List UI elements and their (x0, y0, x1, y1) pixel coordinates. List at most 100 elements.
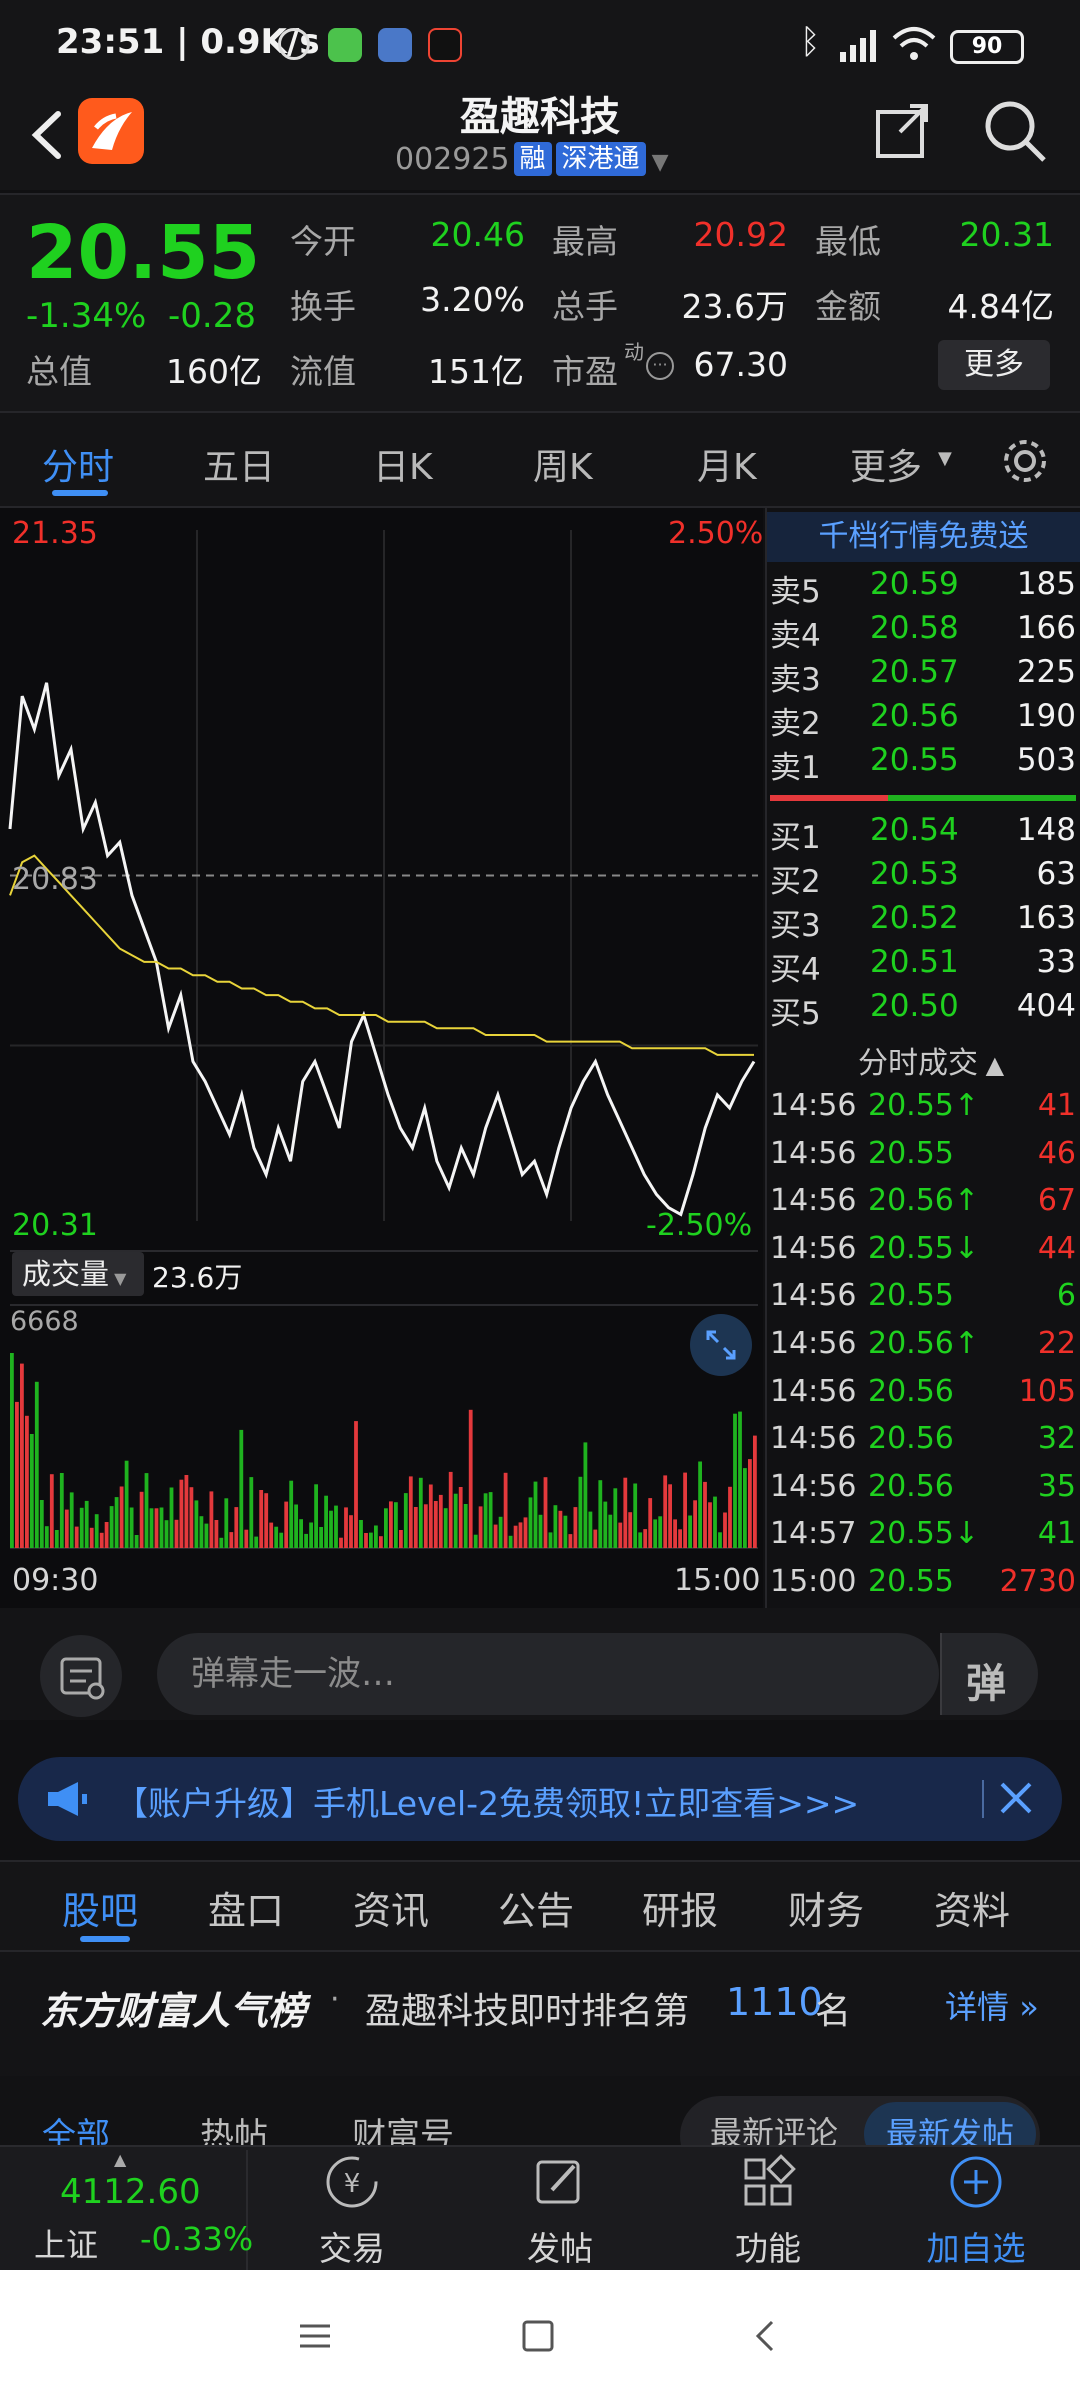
prev-close-label: 20.83 (12, 862, 98, 897)
notes-button[interactable] (40, 1635, 122, 1717)
expand-chart-button[interactable] (690, 1314, 752, 1376)
bid-row[interactable]: 买3 20.52 163 (770, 900, 1076, 944)
chart-settings-button[interactable] (1000, 436, 1050, 486)
volume-bar (683, 1472, 687, 1548)
intraday-chart-area[interactable] (0, 508, 763, 1608)
volume-bar (289, 1480, 294, 1548)
volume-bar (299, 1519, 303, 1548)
ask-row[interactable]: 卖2 20.56 190 (770, 698, 1076, 742)
index-value: 4112.60 (60, 2172, 201, 2212)
ask-cell: 166 (1016, 610, 1076, 646)
content-tab[interactable]: 盘口 (208, 1880, 284, 1935)
tick-row: 14:56 20.55 46 (770, 1136, 1076, 1183)
chart-tab[interactable]: 周K (533, 438, 593, 490)
ask-cell: 20.58 (870, 610, 959, 646)
volume-bar (54, 1530, 59, 1548)
sort-latest-post[interactable]: 最新发帖 (864, 2102, 1036, 2146)
content-tab[interactable]: 研报 (642, 1880, 718, 1935)
volume-bar (453, 1493, 458, 1548)
bid-row[interactable]: 买4 20.51 33 (770, 944, 1076, 988)
order-book-header[interactable]: 千档行情免费送 (767, 512, 1080, 562)
tick-row: 14:56 20.56 32 (770, 1421, 1076, 1468)
ticks-header[interactable]: 分时成交 ▲ (858, 1038, 1004, 1082)
chart-tab[interactable]: 五日 (203, 438, 275, 490)
volume-bar (523, 1517, 528, 1548)
ask-cell: 卖1 (770, 750, 821, 786)
volume-bar (309, 1522, 313, 1548)
popularity-rank-row[interactable]: 东方财富人气榜 · 盈趣科技即时排名第 1110 名 详情 » (0, 1952, 1080, 2076)
volume-bar (29, 1434, 34, 1548)
volume-bar (718, 1532, 722, 1548)
ask-row[interactable]: 卖1 20.55 503 (770, 742, 1076, 786)
ask-cell: 20.56 (870, 698, 959, 734)
tick-row: 14:56 20.56 35 (770, 1469, 1076, 1516)
back-button[interactable] (20, 100, 80, 170)
rank-unit: 名 (815, 1991, 852, 2032)
bid-cell: 20.51 (870, 944, 959, 980)
bid-row[interactable]: 买5 20.50 404 (770, 988, 1076, 1032)
chart-tab[interactable]: 更多 (850, 438, 922, 490)
gear-icon (1004, 440, 1046, 482)
ask-cell: 20.55 (870, 742, 959, 778)
add-circle-icon (950, 2156, 1002, 2208)
danmaku-toggle-button[interactable]: 弹 (940, 1633, 1038, 1715)
volume-bar (319, 1527, 323, 1548)
volume-bar (548, 1532, 553, 1548)
tick-price: 20.55↑ (868, 1088, 980, 1123)
volume-bar (663, 1475, 668, 1548)
quote-label: 最高 (552, 222, 618, 261)
volume-bar (443, 1508, 448, 1548)
bid-row[interactable]: 买1 20.54 148 (770, 812, 1076, 856)
volume-bar (753, 1435, 757, 1548)
index-widget[interactable]: ▲ 4112.60 上证 -0.33% (0, 2150, 253, 2270)
volume-bar (339, 1537, 343, 1548)
ask-row[interactable]: 卖5 20.59 185 (770, 566, 1076, 610)
share-button[interactable] (872, 100, 932, 160)
volume-bar (199, 1516, 204, 1548)
volume-bar (623, 1477, 628, 1548)
content-tab[interactable]: 资讯 (353, 1880, 429, 1935)
collapse-caret-icon: ▲ (978, 1051, 1005, 1079)
tick-time: 14:56 (770, 1230, 857, 1266)
index-name: 上证 (34, 2226, 99, 2264)
ask-row[interactable]: 卖3 20.57 225 (770, 654, 1076, 698)
ask-cell: 185 (1016, 566, 1076, 602)
quote-label: 总手 (552, 287, 618, 326)
volume-bar (229, 1532, 234, 1548)
settings-notification-icon (378, 28, 412, 62)
content-tab[interactable]: 财务 (788, 1880, 864, 1935)
content-tab[interactable]: 股吧 (62, 1880, 138, 1935)
volume-bar (578, 1476, 583, 1548)
rank-brand: 东方财富人气榜 (40, 1989, 307, 2033)
sort-latest-comment[interactable]: 最新评论 (710, 2108, 838, 2146)
chart-tab[interactable]: 月K (697, 438, 757, 490)
chart-tab[interactable]: 日K (373, 438, 433, 490)
filter-fortune[interactable]: 财富号 (352, 2108, 454, 2146)
rank-detail-link[interactable]: 详情 » (945, 1982, 1039, 2028)
filter-hot[interactable]: 热帖 (200, 2108, 268, 2146)
bid-row[interactable]: 买2 20.53 63 (770, 856, 1076, 900)
content-tab[interactable]: 公告 (498, 1880, 574, 1935)
nav-label: 交易 (319, 2229, 385, 2268)
search-button[interactable] (982, 98, 1048, 164)
filter-all[interactable]: 全部 (42, 2108, 110, 2146)
volume-bar (314, 1484, 318, 1548)
content-tab-indicator (80, 1936, 130, 1942)
stock-code-row[interactable]: 002925 融深港通 ▼ (395, 142, 668, 178)
volume-bar (49, 1474, 54, 1548)
volume-bar (39, 1500, 44, 1548)
ask-row[interactable]: 卖4 20.58 166 (770, 610, 1076, 654)
more-stats-button[interactable]: 更多 (938, 340, 1050, 390)
tick-price: 20.55 (868, 1135, 954, 1171)
volume-bar (134, 1535, 139, 1548)
promo-close-button[interactable] (996, 1778, 1036, 1818)
chart-tab[interactable]: 分时 (42, 438, 114, 490)
volume-bar (463, 1504, 468, 1548)
volume-selector[interactable]: 成交量 ▼ (12, 1252, 144, 1296)
danmaku-input[interactable]: 弹幕走一波… (157, 1633, 939, 1715)
post-filter-row: 全部 热帖 财富号 最新评论 最新发帖 (0, 2076, 1080, 2146)
rank-dot: · (330, 1982, 340, 2017)
svg-text:¥: ¥ (344, 2169, 361, 2199)
volume-bar (34, 1381, 39, 1548)
content-tab[interactable]: 资料 (934, 1880, 1010, 1935)
